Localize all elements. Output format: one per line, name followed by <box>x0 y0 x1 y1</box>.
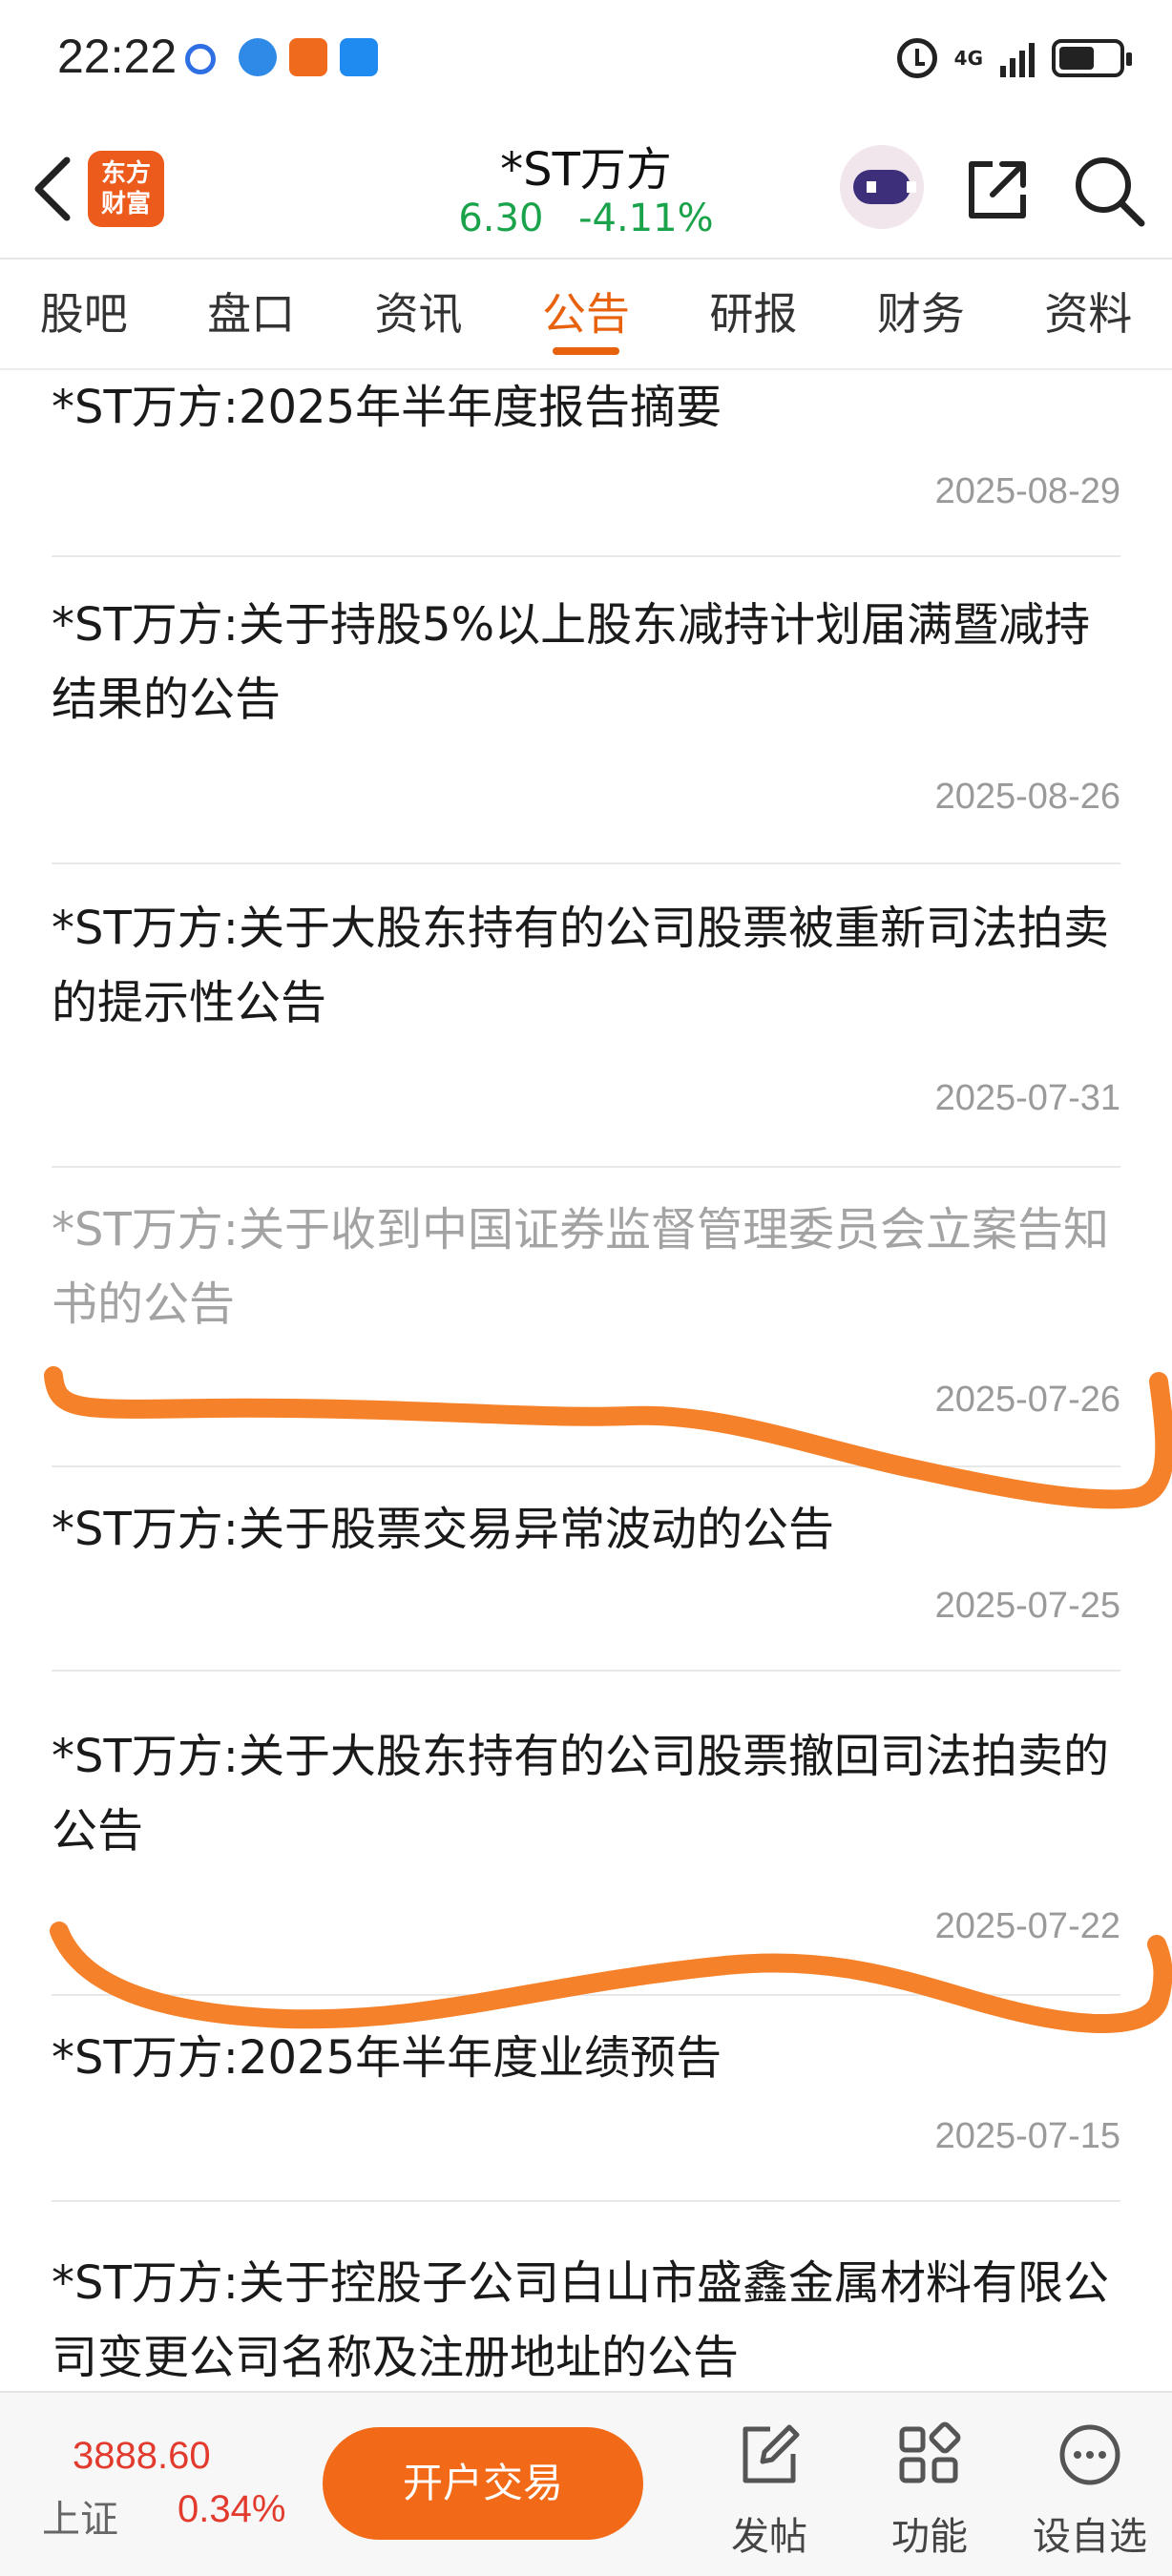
signal-icon <box>1000 39 1035 77</box>
row-divider <box>52 1670 1120 1672</box>
functions-button[interactable]: 功能 <box>863 2421 996 2561</box>
network-type: 4G <box>953 47 983 70</box>
share-icon[interactable] <box>964 156 1031 223</box>
post-label: 发帖 <box>731 2515 807 2559</box>
list-item[interactable]: *ST万方:2025年半年度报告摘要 2025-08-29 <box>52 370 1120 557</box>
add-watchlist-label: 设自选 <box>1033 2515 1147 2559</box>
clock: 22:22 <box>57 30 178 83</box>
announcement-date: 2025-07-15 <box>934 2116 1120 2156</box>
list-item[interactable]: *ST万方:关于大股东持有的公司股票撤回司法拍卖的公告 2025-07-22 <box>52 1719 1120 1996</box>
list-item[interactable]: *ST万方:关于控股子公司白山市盛鑫金属材料有限公司变更公司名称及注册地址的公告 <box>52 2246 1120 2391</box>
row-divider <box>52 1994 1120 1996</box>
more-icon <box>1059 2424 1120 2485</box>
announcement-title: *ST万方:关于收到中国证券监督管理委员会立案告知书的公告 <box>52 1203 1109 1331</box>
tab-news[interactable]: 资讯 <box>335 260 502 368</box>
stock-price: 6.30 <box>458 197 544 240</box>
browser-icon <box>239 38 277 76</box>
tab-pankou[interactable]: 盘口 <box>167 260 334 368</box>
index-value: 3888.60 <box>73 2435 211 2477</box>
battery-icon <box>1052 39 1132 77</box>
edit-icon <box>743 2424 800 2483</box>
index-change: 0.34% <box>178 2488 286 2530</box>
search-icon[interactable] <box>1071 153 1147 229</box>
announcement-title: *ST万方:关于控股子公司白山市盛鑫金属材料有限公司变更公司名称及注册地址的公告 <box>52 2256 1109 2384</box>
announcement-title: *ST万方:2025年半年度报告摘要 <box>52 381 722 434</box>
announcement-title: *ST万方:关于大股东持有的公司股票被重新司法拍卖的提示性公告 <box>52 902 1109 1029</box>
row-divider <box>52 862 1120 864</box>
announcement-date: 2025-08-26 <box>934 777 1120 817</box>
open-account-trade-button[interactable]: 开户交易 <box>323 2427 643 2540</box>
announcement-date: 2025-07-22 <box>934 1906 1120 1946</box>
tab-guba[interactable]: 股吧 <box>0 260 167 368</box>
notification-icon <box>185 44 216 74</box>
row-divider <box>52 1465 1120 1467</box>
announcement-title: *ST万方:关于大股东持有的公司股票撤回司法拍卖的公告 <box>52 1730 1109 1858</box>
tab-finance[interactable]: 财务 <box>837 260 1004 368</box>
announcement-date: 2025-08-29 <box>934 471 1120 511</box>
post-button[interactable]: 发帖 <box>702 2421 836 2561</box>
tab-research[interactable]: 研报 <box>670 260 837 368</box>
row-divider <box>52 555 1120 557</box>
grid-icon <box>899 2421 961 2483</box>
announcement-title: *ST万方:关于持股5%以上股东减持计划届满暨减持结果的公告 <box>52 598 1091 726</box>
tab-bar: 股吧 盘口 资讯 公告 研报 财务 资料 <box>0 260 1172 368</box>
list-item[interactable]: *ST万方:关于大股东持有的公司股票被重新司法拍卖的提示性公告 2025-07-… <box>52 891 1120 1168</box>
row-divider <box>52 2200 1120 2202</box>
announcement-title: *ST万方:2025年半年度业绩预告 <box>52 2031 722 2085</box>
app-notification-icon <box>289 38 327 76</box>
index-name: 上证 <box>42 2498 118 2542</box>
announcement-date: 2025-07-26 <box>934 1380 1120 1420</box>
list-item[interactable]: *ST万方:关于收到中国证券监督管理委员会立案告知书的公告 2025-07-26 <box>52 1193 1120 1469</box>
tab-announcements[interactable]: 公告 <box>502 260 669 368</box>
stock-header: 东方 财富 *ST万方 6.30 -4.11% <box>0 114 1172 258</box>
list-item[interactable]: *ST万方:关于持股5%以上股东减持计划届满暨减持结果的公告 2025-08-2… <box>52 588 1120 864</box>
functions-label: 功能 <box>891 2515 968 2559</box>
add-watchlist-button[interactable]: 设自选 <box>1023 2421 1157 2561</box>
ai-assistant-icon[interactable] <box>840 145 924 229</box>
list-item[interactable]: *ST万方:关于股票交易异常波动的公告 2025-07-25 <box>52 1492 1120 1717</box>
stock-change-pct: -4.11% <box>578 197 714 240</box>
row-divider <box>52 1166 1120 1168</box>
announcement-date: 2025-07-25 <box>934 1586 1120 1626</box>
announcement-date: 2025-07-31 <box>934 1078 1120 1118</box>
weather-icon <box>340 38 378 76</box>
announcement-title: *ST万方:关于股票交易异常波动的公告 <box>52 1503 834 1556</box>
status-bar: 22:22 4G <box>0 0 1172 114</box>
announcement-list: *ST万方:2025年半年度报告摘要 2025-08-29 *ST万方:关于持股… <box>0 370 1172 2391</box>
bottom-bar: 3888.60 上证 0.34% 开户交易 发帖 功能 设自选 <box>0 2391 1172 2576</box>
list-item[interactable]: *ST万方:2025年半年度业绩预告 2025-07-15 <box>52 2021 1120 2246</box>
tab-profile[interactable]: 资料 <box>1005 260 1172 368</box>
alarm-icon <box>896 38 937 78</box>
